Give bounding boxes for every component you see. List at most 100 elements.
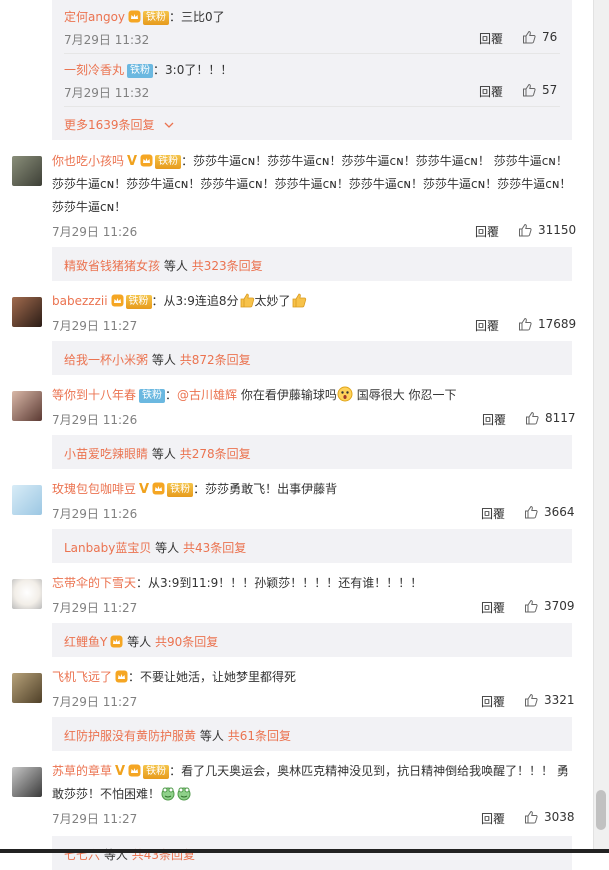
comment-time: 7月29日 11:27 bbox=[52, 812, 138, 826]
thumbs-up-icon bbox=[519, 223, 532, 237]
sub-reply-count-link[interactable]: 共43条回复 bbox=[183, 541, 246, 555]
comment-time: 7月29日 11:27 bbox=[52, 601, 138, 615]
comment-username[interactable]: babezzzii bbox=[52, 294, 108, 308]
comment-body: ：从3:9到11:9！！！孙颖莎！！！！还有谁！！！！ bbox=[136, 576, 423, 590]
like-button[interactable]: 57 bbox=[522, 83, 557, 97]
comment-username[interactable]: 飞机飞远了 bbox=[52, 670, 112, 684]
fan-badge: 铁粉 bbox=[155, 155, 182, 169]
sub-reply-mid: 等人 bbox=[199, 729, 224, 743]
avatar[interactable] bbox=[12, 673, 42, 703]
avatar[interactable] bbox=[12, 579, 42, 609]
fan-crown-icon bbox=[115, 670, 128, 683]
sub-reply-count-link[interactable]: 共278条回复 bbox=[180, 447, 251, 461]
sub-reply-count-link[interactable]: 共872条回复 bbox=[180, 353, 251, 367]
thumbs-up-icon bbox=[526, 411, 539, 425]
fan-crown-icon bbox=[140, 154, 153, 167]
thumbs-up-icon bbox=[523, 83, 536, 97]
sub-reply-user[interactable]: 小苗爱吃辣眼睛 bbox=[64, 447, 148, 461]
comment-body-a: ：从3:9连追8分 bbox=[151, 294, 239, 308]
sub-reply-count-link[interactable]: 共90条回复 bbox=[155, 635, 218, 649]
sub-reply-count-link[interactable]: 共61条回复 bbox=[228, 729, 291, 743]
verified-v-icon: V bbox=[115, 764, 126, 779]
like-button[interactable]: 76 bbox=[522, 30, 557, 44]
avatar[interactable] bbox=[12, 391, 42, 421]
avatar[interactable] bbox=[12, 297, 42, 327]
like-count: 3664 bbox=[544, 505, 575, 519]
reply-button[interactable]: 回覆 bbox=[481, 599, 505, 616]
avatar[interactable] bbox=[12, 767, 42, 797]
reply-button[interactable]: 回覆 bbox=[481, 693, 505, 710]
like-button[interactable]: 17689 bbox=[518, 317, 576, 331]
comment-feed: 定何angoy 铁粉 ：三比0了 7月29日 11:32 回覆 76 一刻冷香丸 铁粉… bbox=[0, 0, 594, 870]
thumbs-up-icon bbox=[525, 599, 538, 613]
sub-replies-box[interactable]: 小苗爱吃辣眼睛 等人 共278条回复 bbox=[52, 435, 572, 469]
comment-username[interactable]: 忘带伞的下雪天 bbox=[52, 576, 136, 590]
comment-username[interactable]: 苏草的章草 bbox=[52, 764, 112, 778]
sub-reply-user[interactable]: 精致省钱猪猪女孩 bbox=[64, 259, 160, 273]
sub-reply-count-link[interactable]: 共323条回复 bbox=[192, 259, 263, 273]
mention-link[interactable]: @古川雄辉 bbox=[177, 388, 237, 402]
like-count: 8117 bbox=[545, 411, 576, 425]
like-button[interactable]: 31150 bbox=[518, 223, 576, 237]
comment-username[interactable]: 等你到十八年春 bbox=[52, 388, 136, 402]
sub-replies-box[interactable]: 七七六 等人 共43条回复 bbox=[52, 836, 572, 870]
sub-reply-user[interactable]: 红鲤鱼Y bbox=[64, 635, 107, 649]
sub-reply-user[interactable]: 红防护服没有黄防护服黄 bbox=[64, 729, 196, 743]
thumbs-up-emoji-icon bbox=[292, 293, 306, 308]
like-button[interactable]: 3664 bbox=[524, 505, 575, 519]
avatar[interactable] bbox=[12, 485, 42, 515]
comment-time: 7月29日 11:27 bbox=[52, 695, 138, 709]
comment-body-a: 你在看伊藤输球吗 bbox=[240, 388, 337, 402]
divider bbox=[64, 106, 560, 107]
like-count: 17689 bbox=[538, 317, 577, 331]
comment-text: 玫瑰包包咖啡豆 V 铁粉 ：莎莎勇敢飞！出事伊藤背 bbox=[52, 478, 572, 501]
like-count: 31150 bbox=[538, 223, 577, 237]
like-button[interactable]: 8117 bbox=[525, 411, 576, 425]
reply-button[interactable]: 回覆 bbox=[475, 223, 499, 240]
sub-replies-box[interactable]: 给我一杯小米粥 等人 共872条回复 bbox=[52, 341, 572, 375]
comment-body: ：不要让她活，让她梦里都得死 bbox=[128, 670, 297, 684]
like-button[interactable]: 3709 bbox=[524, 599, 575, 613]
fan-crown-icon bbox=[128, 10, 141, 23]
reply-text: ：3:0了！！！ bbox=[153, 63, 233, 77]
comment-text: 忘带伞的下雪天：从3:9到11:9！！！孙颖莎！！！！还有谁！！！！ bbox=[52, 572, 572, 595]
like-button[interactable]: 3321 bbox=[524, 693, 575, 707]
thumbs-up-icon bbox=[525, 505, 538, 519]
sub-reply-user[interactable]: 给我一杯小米粥 bbox=[64, 353, 148, 367]
comment-text: 等你到十八年春 铁粉 ：@古川雄辉 你在看伊藤输球吗 国辱很大 你忍一下 bbox=[52, 386, 457, 403]
comment-username[interactable]: 你也吃小孩吗 bbox=[52, 154, 124, 168]
thumbs-up-icon bbox=[525, 693, 538, 707]
sub-replies-box[interactable]: 红鲤鱼Y 等人 共90条回复 bbox=[52, 623, 572, 657]
reply-username[interactable]: 一刻冷香丸 bbox=[64, 63, 124, 77]
more-replies-link[interactable]: 更多1639条回复 bbox=[64, 116, 174, 133]
reply-button[interactable]: 回覆 bbox=[479, 83, 503, 100]
comment-username[interactable]: 玫瑰包包咖啡豆 bbox=[52, 482, 136, 496]
sub-reply-user[interactable]: Lanbaby蓝宝贝 bbox=[64, 541, 151, 555]
comment-text: babezzzii 铁粉 ：从3:9连追8分 太妙了 bbox=[52, 290, 572, 313]
sub-replies-box[interactable]: 红防护服没有黄防护服黄 等人 共61条回复 bbox=[52, 717, 572, 751]
avatar[interactable] bbox=[12, 156, 42, 186]
thumbs-up-icon bbox=[525, 810, 538, 824]
frog-emoji-icon bbox=[177, 787, 191, 801]
fan-crown-icon bbox=[110, 635, 123, 648]
reply-time: 7月29日 11:32 bbox=[64, 86, 150, 100]
scrollbar-thumb[interactable] bbox=[596, 790, 606, 830]
reply-button[interactable]: 回覆 bbox=[481, 810, 505, 827]
bottom-edge bbox=[0, 849, 609, 853]
reply-button[interactable]: 回覆 bbox=[481, 505, 505, 522]
comment-text: 苏草的章草 V 铁粉 ：看了几天奥运会，奥林匹克精神没见到，抗日精神倒给我唤醒了！！！… bbox=[52, 760, 572, 806]
reply-button[interactable]: 回覆 bbox=[482, 411, 506, 428]
like-count: 3038 bbox=[544, 810, 575, 824]
reply-username[interactable]: 定何angoy bbox=[64, 10, 125, 24]
reply-button[interactable]: 回覆 bbox=[475, 317, 499, 334]
comment-time: 7月29日 11:26 bbox=[52, 507, 138, 521]
comment-time: 7月29日 11:26 bbox=[52, 413, 138, 427]
like-button[interactable]: 3038 bbox=[524, 810, 575, 824]
sub-replies-box[interactable]: 精致省钱猪猪女孩 等人 共323条回复 bbox=[52, 247, 572, 281]
comment-body-b: 太妙了 bbox=[254, 294, 291, 308]
sub-reply-mid: 等人 bbox=[151, 353, 176, 367]
reply-button[interactable]: 回覆 bbox=[479, 30, 503, 47]
fan-badge: 铁粉 bbox=[127, 64, 154, 78]
sub-replies-box[interactable]: Lanbaby蓝宝贝 等人 共43条回复 bbox=[52, 529, 572, 563]
vertical-scrollbar[interactable] bbox=[593, 0, 609, 853]
